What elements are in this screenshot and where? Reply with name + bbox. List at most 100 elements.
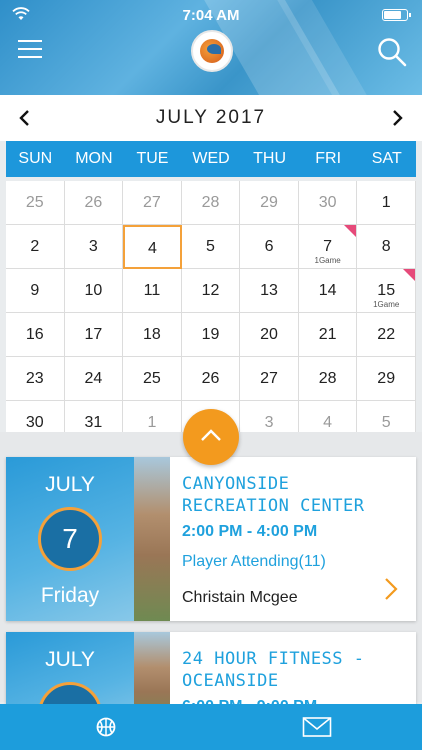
calendar-day-number: 1: [147, 414, 157, 431]
calendar-grid: 25 26 27 28 29 30 1 2 3 4 5 6 7 1Game 8 9 10 11 12 13 14 15 1G…: [6, 181, 416, 433]
calendar-day-cell[interactable]: 5: [181, 225, 241, 269]
calendar-day-cell[interactable]: 27: [123, 181, 182, 225]
calendar-day-cell[interactable]: 26: [64, 181, 124, 225]
calendar-day-number: 31: [84, 414, 103, 431]
event-venue: 24 HOUR FITNESS - OCEANSIDE: [182, 649, 365, 691]
calendar-day-cell[interactable]: 29: [357, 357, 416, 401]
calendar-day-number: 25: [143, 370, 161, 387]
basketball-icon: [96, 717, 115, 737]
game-flag-icon: [344, 225, 357, 237]
weekday-label: TUE: [136, 150, 169, 167]
calendar-day-cell[interactable]: 18: [123, 313, 182, 357]
calendar-day-number: 3: [264, 414, 274, 431]
calendar-day-number: 20: [260, 326, 278, 343]
calendar-day-cell[interactable]: 7 1Game: [298, 225, 358, 269]
calendar-day-number: 15: [377, 282, 396, 299]
event-venue: CANYONSIDE RECREATION CENTER: [182, 474, 365, 516]
calendar-day-number: 28: [201, 194, 220, 211]
event-card[interactable]: JULY 7 Friday CANYONSIDE RECREATION CENT…: [6, 457, 416, 621]
calendar-day-number: 26: [84, 194, 103, 211]
calendar-day-cell[interactable]: 1: [357, 181, 416, 225]
weekday-label: THU: [253, 150, 287, 167]
menu-button[interactable]: [18, 40, 42, 62]
event-organizer: Christain Mcgee: [182, 589, 298, 606]
calendar-day-cell[interactable]: 30: [6, 401, 65, 433]
event-weekday: Friday: [40, 584, 100, 607]
calendar-day-number: 23: [25, 370, 44, 387]
calendar-day-cell[interactable]: 28: [298, 357, 358, 401]
event-month: JULY: [45, 473, 95, 496]
calendar-day-cell[interactable]: 19: [181, 313, 241, 357]
battery-icon: [382, 9, 411, 21]
calendar-day-cell[interactable]: 25: [123, 357, 182, 401]
calendar-day-cell[interactable]: 6: [240, 225, 299, 269]
tab-games[interactable]: [0, 704, 211, 750]
calendar-day-number: 4: [323, 414, 333, 431]
calendar-day-cell[interactable]: 8: [357, 225, 416, 269]
chevron-right-icon: [393, 110, 403, 126]
calendar-day-cell[interactable]: 25: [6, 181, 65, 225]
calendar-day-cell[interactable]: 10: [64, 269, 124, 313]
calendar-day-number: 1: [381, 194, 391, 211]
calendar-day-cell[interactable]: 13: [240, 269, 299, 313]
status-time: 7:04 AM: [182, 7, 240, 24]
mail-icon: [302, 717, 331, 737]
calendar-day-cell[interactable]: 1: [123, 401, 182, 433]
weekday-header: SUN MON TUE WED THU FRI SAT: [6, 141, 416, 177]
calendar-day-number: 10: [84, 282, 103, 299]
calendar-day-cell[interactable]: 26: [181, 357, 241, 401]
calendar-day-number: 24: [84, 370, 103, 387]
calendar-day-number: 16: [25, 326, 44, 343]
calendar-day-cell[interactable]: 15 1Game: [357, 269, 416, 313]
calendar-day-cell[interactable]: 27: [240, 357, 299, 401]
calendar-day-number: 30: [318, 194, 337, 211]
calendar-day-cell[interactable]: 9: [6, 269, 65, 313]
month-title: JULY 2017: [155, 107, 267, 128]
calendar-day-cell[interactable]: 29: [240, 181, 299, 225]
hamburger-icon: [18, 40, 42, 42]
calendar-day-cell[interactable]: 20: [240, 313, 299, 357]
calendar-day-cell[interactable]: 4: [123, 225, 182, 269]
calendar-day-cell[interactable]: 31: [64, 401, 124, 433]
search-icon: [378, 38, 407, 67]
calendar-day-number: 29: [260, 194, 278, 211]
collapse-calendar-button[interactable]: [183, 409, 239, 465]
calendar-day-number: 27: [143, 194, 161, 211]
app-header: 7:04 AM: [0, 0, 422, 95]
event-month: JULY: [45, 648, 95, 671]
venue-photo: [134, 457, 170, 621]
game-count: 1Game: [314, 256, 341, 265]
calendar-day-number: 7: [323, 238, 333, 255]
calendar-day-number: 12: [201, 282, 220, 299]
calendar-day-cell[interactable]: 22: [357, 313, 416, 357]
weekday-label: SUN: [18, 150, 53, 167]
calendar-day-cell[interactable]: 23: [6, 357, 65, 401]
calendar-day-cell[interactable]: 24: [64, 357, 124, 401]
calendar-day-cell[interactable]: 3: [240, 401, 299, 433]
calendar-day-cell[interactable]: 11: [123, 269, 182, 313]
calendar-day-cell[interactable]: 2: [6, 225, 65, 269]
calendar-day-cell[interactable]: 3: [64, 225, 124, 269]
calendar-day-number: 18: [143, 326, 161, 343]
calendar-day-cell[interactable]: 5: [357, 401, 416, 433]
weekday-label: SAT: [371, 150, 402, 167]
calendar-day-cell[interactable]: 14: [298, 269, 358, 313]
calendar-day-number: 11: [143, 282, 161, 299]
calendar-day-number: 13: [260, 282, 278, 299]
calendar-day-cell[interactable]: 12: [181, 269, 241, 313]
calendar-day-number: 25: [25, 194, 44, 211]
tab-messages[interactable]: [211, 704, 422, 750]
next-month-button[interactable]: [384, 105, 410, 131]
calendar-day-cell[interactable]: 21: [298, 313, 358, 357]
calendar-day-cell[interactable]: 4: [298, 401, 358, 433]
chevron-right-icon[interactable]: [384, 577, 398, 601]
calendar-day-cell[interactable]: 17: [64, 313, 124, 357]
team-logo: [191, 30, 233, 72]
weekday-label: MON: [75, 150, 113, 167]
calendar-day-cell[interactable]: 28: [181, 181, 241, 225]
search-button[interactable]: [376, 36, 408, 68]
calendar-day-cell[interactable]: 30: [298, 181, 358, 225]
calendar-day-cell[interactable]: 16: [6, 313, 65, 357]
calendar-day-number: 5: [206, 238, 215, 255]
event-time: 2:00 PM - 4:00 PM: [182, 523, 318, 540]
